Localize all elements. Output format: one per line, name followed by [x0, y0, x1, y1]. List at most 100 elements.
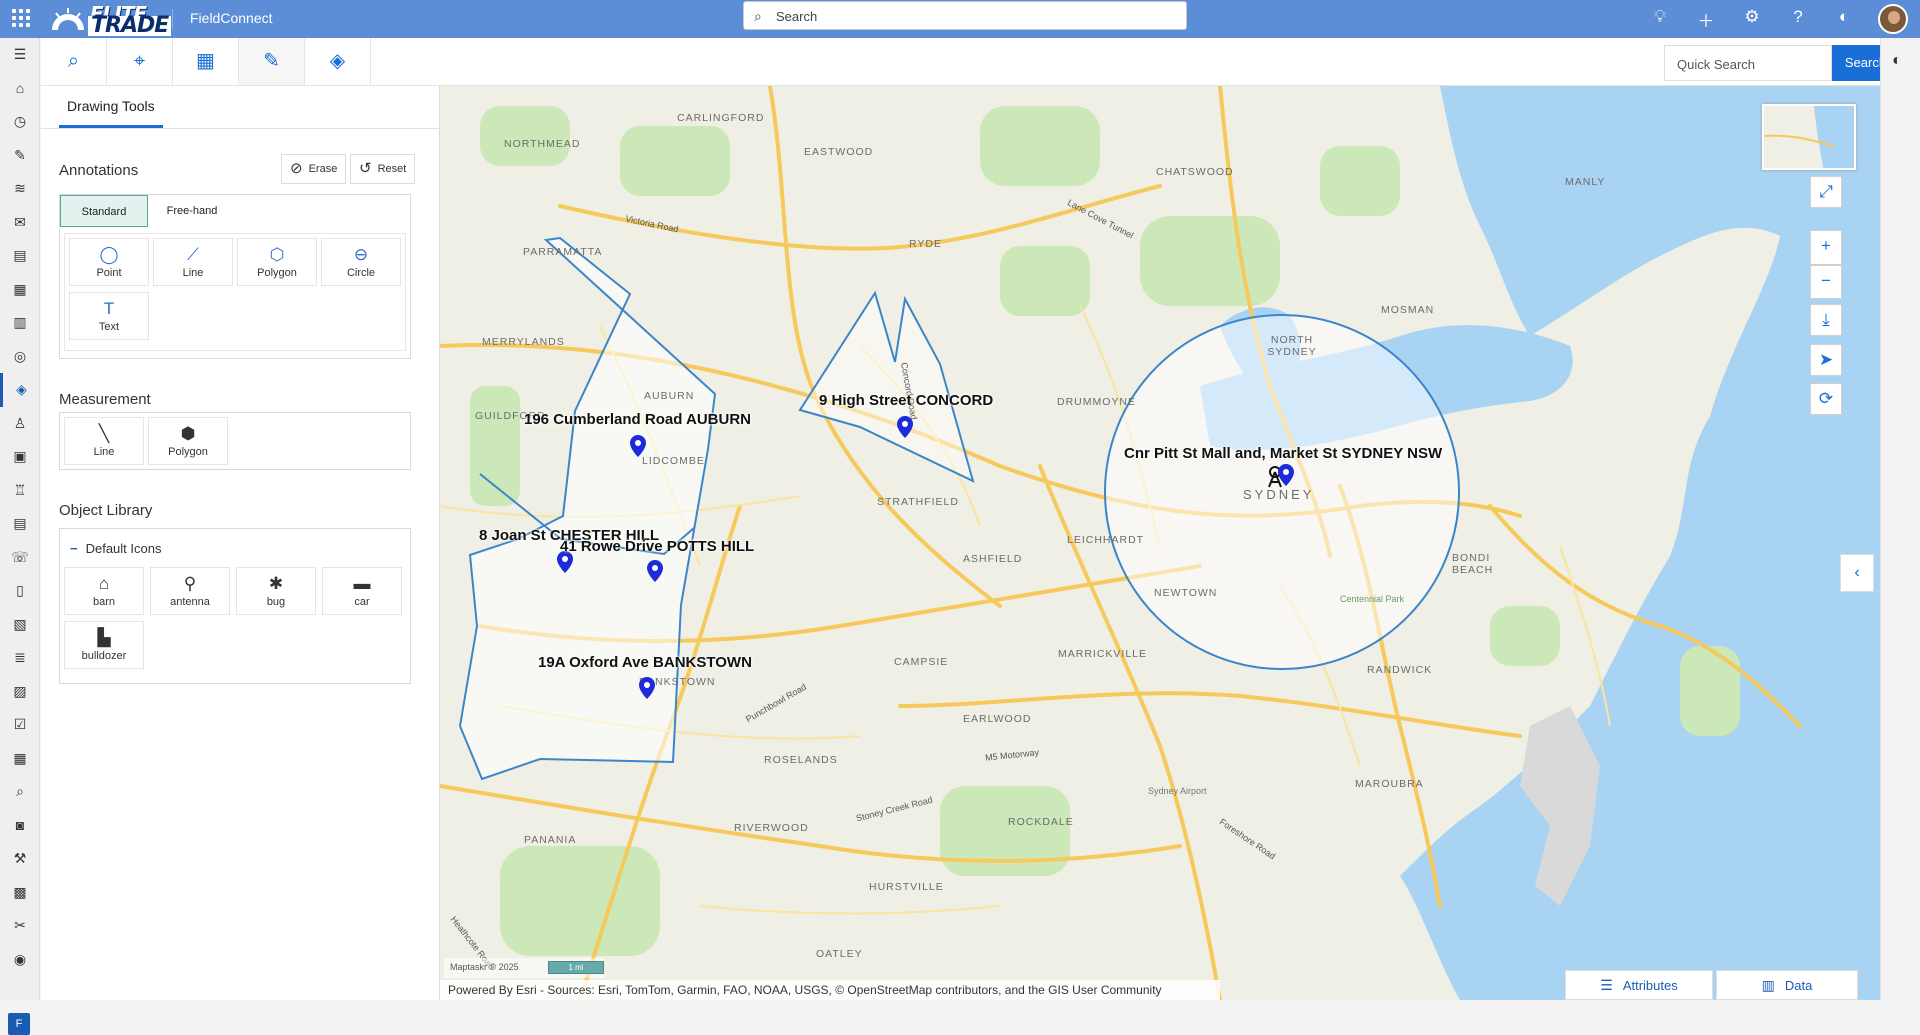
search-tool-button[interactable]: ⌕: [41, 38, 107, 85]
library-bug[interactable]: ✱ bug: [236, 567, 316, 615]
address-label-concord[interactable]: 9 High Street CONCORD: [819, 392, 993, 409]
erase-button[interactable]: ⊘ Erase: [281, 154, 347, 184]
app-name[interactable]: FieldConnect: [190, 10, 273, 26]
inspect-icon[interactable]: ⌕: [0, 775, 40, 809]
scale-widget: Maptaskr © 2025 1 mi: [444, 958, 604, 978]
app-launcher-icon[interactable]: [12, 9, 30, 27]
book-icon[interactable]: ▯: [0, 574, 40, 608]
logo-text-trade: TRADE: [88, 15, 172, 37]
hierarchy-icon[interactable]: ♖: [0, 474, 40, 508]
library-car[interactable]: ▬ car: [322, 567, 402, 615]
hamburger-menu-icon[interactable]: ☰: [0, 38, 40, 72]
list-icon[interactable]: ≣: [0, 641, 40, 675]
locate-button[interactable]: ➤: [1810, 344, 1842, 376]
collapse-right-panel-button[interactable]: ‹: [1840, 554, 1874, 592]
documents-icon[interactable]: ▥: [0, 306, 40, 340]
suburb-label: Northmead: [504, 138, 581, 150]
default-icons-group[interactable]: − Default Icons: [70, 541, 161, 556]
file-check-icon[interactable]: ▩: [0, 876, 40, 910]
download-button[interactable]: ⤓: [1810, 304, 1842, 336]
home-icon[interactable]: ⌂: [0, 72, 40, 106]
location-tool-button[interactable]: ⌖: [107, 38, 173, 85]
attributes-button[interactable]: ☰ Attributes: [1565, 970, 1713, 1000]
calendar-icon[interactable]: ▦: [0, 742, 40, 776]
map-pin-icon[interactable]: [639, 677, 655, 699]
clipboard-icon[interactable]: ▤: [0, 239, 40, 273]
map-pin-icon: ⌖: [133, 50, 146, 72]
lightbulb-icon[interactable]: 💡︎: [1650, 7, 1670, 32]
plus-icon[interactable]: ＋: [1696, 7, 1716, 32]
copilot-icon[interactable]: ◐: [1834, 7, 1854, 32]
person-icon[interactable]: ♙: [0, 407, 40, 441]
reset-label: Reset: [377, 163, 407, 175]
map-pin-icon[interactable]: [630, 435, 646, 457]
pin-icon[interactable]: ✎: [0, 139, 40, 173]
reset-button[interactable]: ↺ Reset: [350, 154, 416, 184]
wrench-icon[interactable]: ⚒: [0, 842, 40, 876]
recent-icon[interactable]: ◷: [0, 105, 40, 139]
suburb-label: Carlingford: [677, 112, 765, 124]
ruler-icon: ╲: [98, 424, 110, 443]
circle-tool[interactable]: ⊖ Circle: [321, 238, 401, 286]
quick-search-input[interactable]: Quick Search: [1664, 45, 1832, 81]
map-pin-icon[interactable]: [1278, 464, 1294, 486]
tab-free-hand[interactable]: Free-hand: [148, 195, 236, 227]
suburb-label: Parramatta: [523, 246, 603, 258]
report-icon[interactable]: ▦: [0, 273, 40, 307]
line-tool[interactable]: ⟋ Line: [153, 238, 233, 286]
text-tool[interactable]: T Text: [69, 292, 149, 340]
address-label-bankstown[interactable]: 19A Oxford Ave BANKSTOWN: [538, 654, 752, 671]
chevron-left-icon: ‹: [1854, 564, 1860, 581]
checklist-icon[interactable]: ☑: [0, 708, 40, 742]
address-label-auburn[interactable]: 196 Cumberland Road AUBURN: [524, 411, 751, 428]
layers-icon[interactable]: ◈: [0, 373, 40, 407]
polygon-tool[interactable]: ⬡ Polygon: [237, 238, 317, 286]
layers-tool-button[interactable]: ◈: [305, 38, 371, 85]
circle-label: Circle: [346, 267, 376, 279]
gear-icon[interactable]: ⚙: [1742, 7, 1762, 32]
library-antenna[interactable]: ⚲ antenna: [150, 567, 230, 615]
target-icon[interactable]: ◎: [0, 340, 40, 374]
settings-sliders-icon[interactable]: ≋: [0, 172, 40, 206]
measurement-heading: Measurement: [59, 391, 151, 408]
measure-polygon-tool[interactable]: ⬢ Polygon: [148, 417, 228, 465]
tab-drawing-tools[interactable]: Drawing Tools: [59, 86, 163, 128]
address-label-sydney[interactable]: Cnr Pitt St Mall and, Market St SYDNEY N…: [1124, 445, 1442, 462]
zoom-in-button[interactable]: +: [1810, 230, 1842, 265]
overview-minimap[interactable]: [1762, 104, 1856, 170]
suburb-label: Riverwood: [734, 822, 809, 834]
help-icon[interactable]: ?: [1788, 7, 1808, 32]
suburb-label: Panania: [524, 834, 577, 846]
point-tool[interactable]: ◯ Point: [69, 238, 149, 286]
measure-line-label: Line: [93, 446, 115, 458]
map-pin-icon[interactable]: [897, 416, 913, 438]
suburb-label: Lidcombe: [642, 455, 705, 467]
area-switcher-badge[interactable]: F: [8, 1013, 30, 1035]
camera-icon[interactable]: ◙: [0, 809, 40, 843]
file-search-icon[interactable]: ▨: [0, 675, 40, 709]
library-bulldozer[interactable]: ▙ bulldozer: [64, 621, 144, 669]
map-canvas[interactable]: Carlingford Northmead Eastwood Parramatt…: [440, 86, 1880, 1000]
document-icon[interactable]: ▤: [0, 507, 40, 541]
point-icon: ◯: [99, 245, 119, 264]
library-barn[interactable]: ⌂ barn: [64, 567, 144, 615]
form-icon[interactable]: ▧: [0, 608, 40, 642]
calendar-tool-button[interactable]: ▦: [173, 38, 239, 85]
tab-standard[interactable]: Standard: [60, 195, 148, 227]
tools-icon[interactable]: ✂: [0, 909, 40, 943]
data-button[interactable]: ▥ Data: [1716, 970, 1858, 1000]
mail-icon[interactable]: ✉: [0, 206, 40, 240]
phone-icon[interactable]: ☏: [0, 541, 40, 575]
user-avatar[interactable]: [1878, 4, 1908, 34]
fullscreen-button[interactable]: ⤢: [1810, 176, 1842, 208]
zoom-out-button[interactable]: −: [1810, 265, 1842, 299]
copilot-icon[interactable]: ◐: [1892, 52, 1902, 70]
address-label-potts-hill[interactable]: 41 Rowe Drive POTTS HILL: [560, 538, 754, 555]
refresh-button[interactable]: ⟳: [1810, 383, 1842, 415]
map-pin-icon[interactable]: [647, 560, 663, 582]
global-search-box[interactable]: ⌕ Search: [743, 1, 1187, 30]
folder-icon[interactable]: ▣: [0, 440, 40, 474]
drawing-tool-button[interactable]: ✎: [239, 38, 305, 85]
measure-line-tool[interactable]: ╲ Line: [64, 417, 144, 465]
truck-icon[interactable]: ◉: [0, 943, 40, 977]
